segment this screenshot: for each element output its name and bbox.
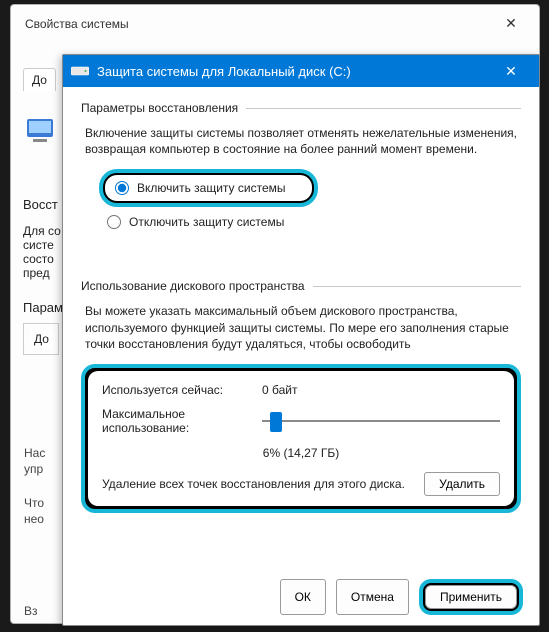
highlight-enable-option: Включить защиту системы	[99, 169, 318, 207]
outer-close-icon[interactable]: ✕	[497, 15, 525, 32]
disable-protection-label[interactable]: Отключить защиту системы	[129, 215, 284, 229]
current-usage-value: 0 байт	[262, 383, 297, 397]
outer-frag-neo: нео	[24, 512, 44, 526]
system-protection-dialog: Защита системы для Локальный диск (C:) ✕…	[62, 54, 540, 626]
usage-group-label: Использование дискового пространства	[81, 279, 521, 293]
system-protection-icon	[23, 109, 63, 149]
max-usage-slider[interactable]	[262, 410, 500, 432]
outer-frag-upr: упр	[24, 462, 43, 476]
disable-protection-radio[interactable]	[107, 215, 121, 229]
slider-thumb[interactable]	[270, 412, 282, 432]
highlight-usage-panel: Используется сейчас: 0 байт Максимальное…	[81, 364, 521, 513]
apply-button[interactable]: Применить	[425, 585, 517, 609]
outer-params-tab[interactable]: До	[30, 330, 53, 348]
dialog-titlebar[interactable]: Защита системы для Локальный диск (C:) ✕	[63, 55, 539, 87]
usage-description: Вы можете указать максимальный объем дис…	[85, 303, 517, 352]
slider-track	[262, 420, 500, 422]
current-usage-label: Используется сейчас:	[102, 383, 252, 397]
enable-protection-label[interactable]: Включить защиту системы	[137, 181, 286, 195]
close-icon[interactable]: ✕	[491, 63, 531, 80]
outer-frag-vz: Вз	[24, 604, 38, 618]
highlight-apply-button: Применить	[419, 579, 523, 615]
outer-frag-chto: Что	[24, 496, 44, 510]
ok-button[interactable]: ОК	[280, 579, 326, 615]
outer-frag-nas: Нас	[24, 446, 45, 460]
cancel-button[interactable]: Отмена	[336, 579, 409, 615]
enable-protection-radio[interactable]	[115, 181, 129, 195]
restore-description: Включение защиты системы позволяет отмен…	[85, 125, 517, 157]
delete-button[interactable]: Удалить	[424, 472, 500, 496]
max-usage-percent: 6% (14,27 ГБ)	[102, 446, 500, 460]
dialog-title: Защита системы для Локальный диск (C:)	[97, 64, 491, 79]
delete-description: Удаление всех точек восстановления для э…	[102, 477, 414, 491]
restore-group-label: Параметры восстановления	[81, 101, 521, 115]
outer-window-title: Свойства системы	[25, 17, 129, 31]
outer-tab[interactable]: До	[23, 68, 56, 91]
max-usage-label: Максимальное использование:	[102, 407, 252, 436]
drive-icon	[71, 64, 89, 78]
dialog-footer: ОК Отмена Применить	[63, 569, 539, 625]
